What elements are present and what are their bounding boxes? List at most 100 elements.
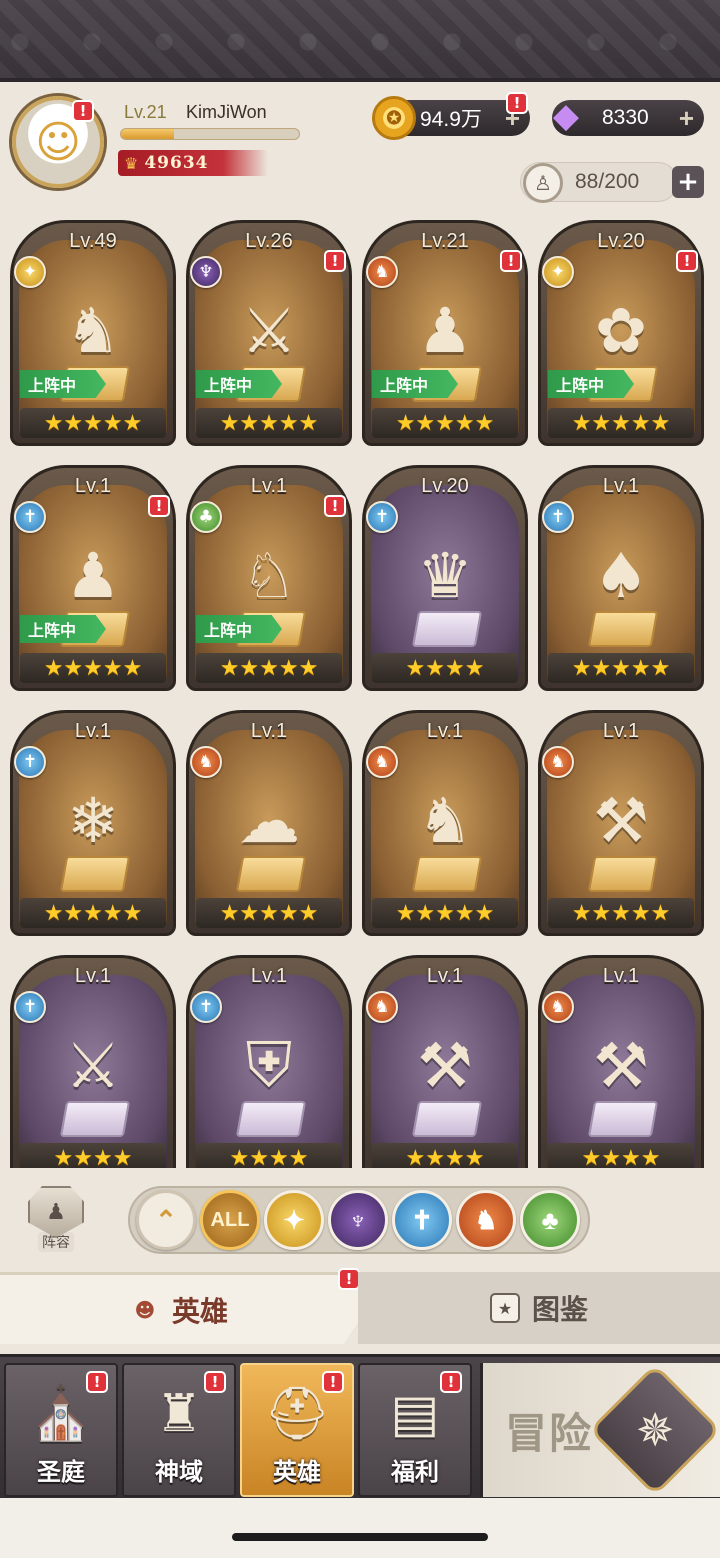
combat-power-value: 49634 [144, 153, 209, 173]
hero-stars: ★★★★★ [548, 653, 694, 683]
compass-icon: ✵ [588, 1363, 720, 1497]
hero-stars: ★★★★★ [196, 653, 342, 683]
expand-slots-button[interactable]: + [672, 166, 704, 198]
hero-stars: ★★★★ [372, 653, 518, 683]
lineup-button[interactable]: ♟ 阵容 [22, 1186, 90, 1258]
hero-level: Lv.1 [250, 720, 288, 742]
hero-alert-badge: ! [676, 250, 698, 272]
home-indicator[interactable] [232, 1533, 488, 1541]
hero-sprite-icon: ❄ [67, 783, 119, 857]
filter-nature-faction-icon[interactable]: ♣ [520, 1190, 580, 1250]
hero-helmet-icon: ☻ [134, 1297, 156, 1322]
hero-card[interactable]: ⚒ Lv.1 ♞ ★★★★★ [538, 710, 704, 936]
hero-sprite-icon: ♟ [65, 538, 121, 612]
adventure-label: 冒险 [505, 1408, 594, 1458]
gem-pill[interactable]: ◆ 8330 + [552, 97, 704, 136]
hero-stars: ★★★★★ [20, 408, 166, 438]
nav-item-icon: ♜ [155, 1384, 203, 1444]
sort-toggle-chevron-icon[interactable]: ⌃ [136, 1190, 196, 1250]
holy-faction-icon: ✝ [14, 501, 46, 533]
xp-bar [120, 128, 300, 140]
hero-stars: ★★★★ [196, 1143, 342, 1168]
gold-alert-badge: ! [506, 92, 528, 114]
hero-sprite-icon: ✿ [595, 293, 647, 367]
filter-dark-faction-icon[interactable]: ♆ [328, 1190, 388, 1250]
hero-level: Lv.1 [250, 965, 288, 987]
hero-stars: ★★★★★ [372, 898, 518, 928]
holy-faction-icon: ✝ [14, 991, 46, 1023]
hero-stars: ★★★★★ [20, 653, 166, 683]
in-team-tag: 上阵中 [372, 370, 458, 398]
hero-card[interactable]: ⚔ Lv.1 ✝ ★★★★ [10, 955, 176, 1168]
nav-item-2[interactable]: ⛑ 英雄! [240, 1363, 354, 1497]
hero-alert-badge: ! [148, 495, 170, 517]
hero-card[interactable]: ♟ Lv.21 ♞! 上阵中 ★★★★★ [362, 220, 528, 446]
hero-stars: ★★★★★ [372, 408, 518, 438]
tab-heroes-alert-badge: ! [338, 1268, 360, 1290]
nature-faction-icon: ♣ [190, 501, 222, 533]
holy-faction-icon: ✝ [14, 746, 46, 778]
beast-faction-icon: ♞ [542, 991, 574, 1023]
nav-item-icon: ▤ [390, 1384, 440, 1444]
nav-item-label: 英雄 [273, 1458, 321, 1486]
hero-card[interactable]: ⚒ Lv.1 ♞ ★★★★ [362, 955, 528, 1168]
add-gem-icon[interactable]: + [679, 103, 694, 134]
nav-item-0[interactable]: ⛪ 圣庭! [4, 1363, 118, 1497]
hero-card[interactable]: ♠ Lv.1 ✝ ★★★★★ [538, 465, 704, 691]
hero-sprite-icon: ♠ [593, 538, 649, 612]
nav-item-3[interactable]: ▤ 福利! [358, 1363, 472, 1497]
adventure-button[interactable]: 冒险 ✵ [480, 1363, 720, 1497]
player-name: KimJiWon [186, 102, 267, 122]
hero-sprite-icon: ⚒ [593, 1028, 649, 1102]
hero-card[interactable]: ❄ Lv.1 ✝ ★★★★★ [10, 710, 176, 936]
beast-faction-icon: ♞ [190, 746, 222, 778]
hero-card[interactable]: ♞ Lv.49 ✦ 上阵中 ★★★★★ [10, 220, 176, 446]
dark-faction-icon: ♆ [190, 256, 222, 288]
filter-all[interactable]: ALL [200, 1190, 260, 1250]
hero-card[interactable]: ✿ Lv.20 ✦! 上阵中 ★★★★★ [538, 220, 704, 446]
nav-alert-badge: ! [322, 1371, 344, 1393]
hero-sprite-icon: ♘ [241, 538, 297, 612]
hero-sprite-icon: ⚔ [241, 293, 297, 367]
filter-beast-faction-icon[interactable]: ♞ [456, 1190, 516, 1250]
hero-stars: ★★★★★ [196, 408, 342, 438]
decor-pattern [0, 22, 720, 62]
hero-card[interactable]: ♞ Lv.1 ♞ ★★★★★ [362, 710, 528, 936]
hero-level: Lv.49 [69, 230, 117, 252]
hero-slots: ♙ 88/200 [520, 162, 678, 203]
hero-card[interactable]: ⚔ Lv.26 ♆! 上阵中 ★★★★★ [186, 220, 352, 446]
hero-level: Lv.20 [421, 475, 469, 497]
pawn-icon: ♟ [28, 1186, 84, 1238]
crown-icon: ♛ [124, 153, 139, 173]
hero-sprite-icon: ♞ [65, 293, 121, 367]
hero-alert-badge: ! [324, 250, 346, 272]
hero-level: Lv.1 [426, 965, 464, 987]
hero-card[interactable]: ⚒ Lv.1 ♞ ★★★★ [538, 955, 704, 1168]
hero-card[interactable]: ♛ Lv.20 ✝ ★★★★ [362, 465, 528, 691]
hero-card[interactable]: ♘ Lv.1 ♣! 上阵中 ★★★★★ [186, 465, 352, 691]
beast-faction-icon: ♞ [542, 746, 574, 778]
hero-level: Lv.1 [74, 720, 112, 742]
hero-grid: ♞ Lv.49 ✦ 上阵中 ★★★★★ ⚔ Lv.26 ♆! 上阵中 ★★★★★ ♟ Lv.21 ♞! 上… [10, 220, 710, 1168]
hero-card[interactable]: ♟ Lv.1 ✝! 上阵中 ★★★★★ [10, 465, 176, 691]
diamond-icon: ◆ [552, 97, 580, 135]
avatar-alert-badge: ! [72, 100, 94, 122]
in-team-tag: 上阵中 [196, 370, 282, 398]
nav-item-icon: ⛪ [28, 1384, 94, 1444]
avatar-portrait-icon: ☺ [35, 116, 81, 168]
in-team-tag: 上阵中 [548, 370, 634, 398]
light-faction-icon: ✦ [542, 256, 574, 288]
hero-card[interactable]: ⛨ Lv.1 ✝ ★★★★ [186, 955, 352, 1168]
filter-light-faction-icon[interactable]: ✦ [264, 1190, 324, 1250]
hero-card[interactable]: ☁ Lv.1 ♞ ★★★★★ [186, 710, 352, 936]
tab-heroes[interactable]: ☻ 英雄 [0, 1272, 358, 1344]
hero-level: Lv.1 [602, 475, 640, 497]
tab-codex[interactable]: ★ 图鉴 [358, 1272, 720, 1344]
bottom-safe-area [0, 1498, 720, 1558]
hero-sprite-icon: ♛ [417, 538, 473, 612]
gem-value: 8330 [602, 106, 649, 129]
hero-sprite-icon: ⛨ [245, 1028, 293, 1101]
nav-item-1[interactable]: ♜ 神域! [122, 1363, 236, 1497]
filter-holy-faction-icon[interactable]: ✝ [392, 1190, 452, 1250]
light-faction-icon: ✦ [14, 256, 46, 288]
